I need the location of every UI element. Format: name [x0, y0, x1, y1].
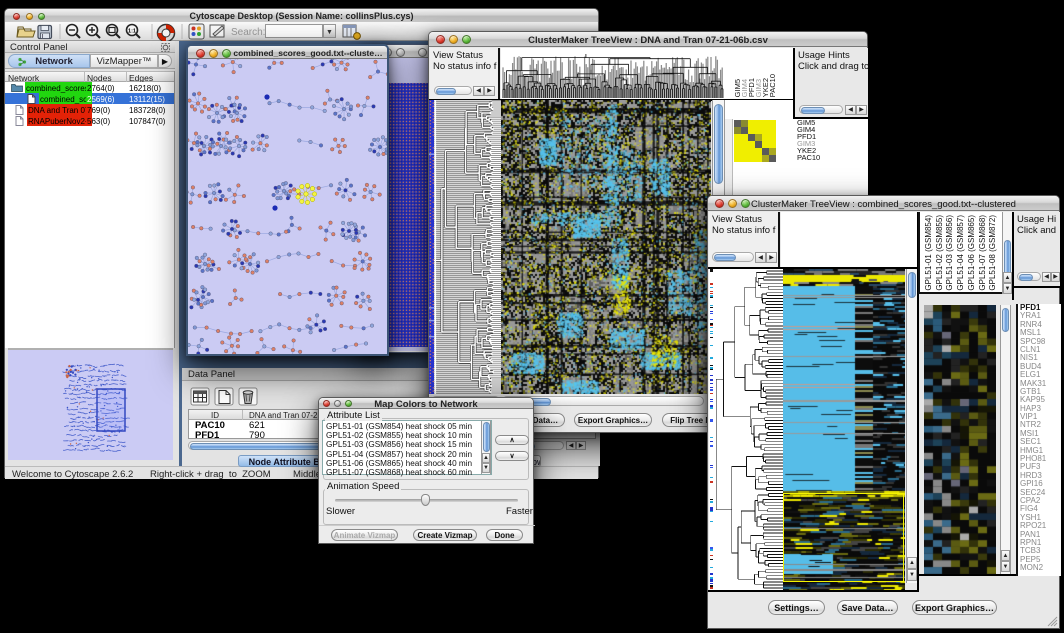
- svg-text:Search:: Search:: [231, 27, 265, 38]
- svg-text:1:1: 1:1: [128, 29, 136, 35]
